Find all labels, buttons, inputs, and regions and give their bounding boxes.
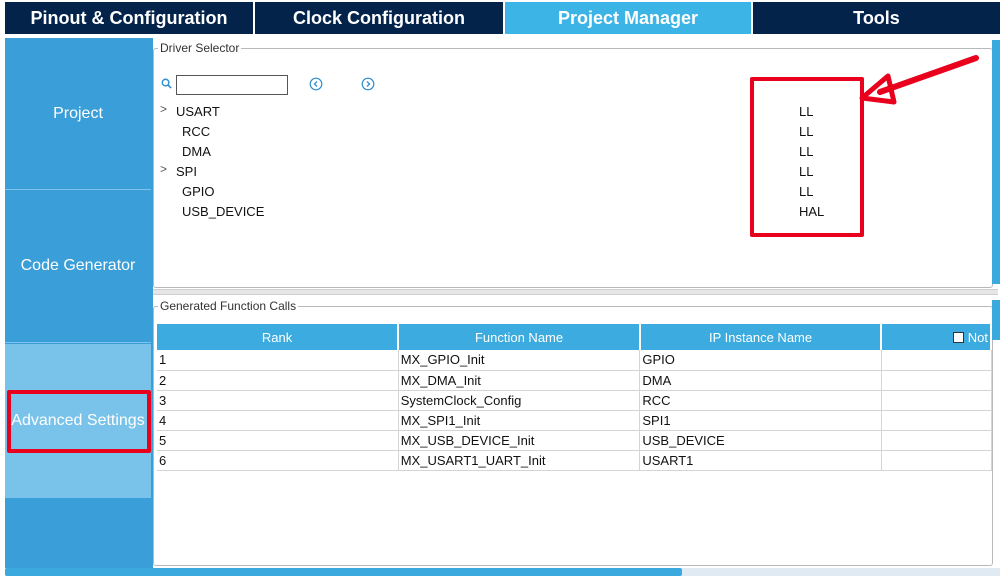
table-row[interactable]: 3 SystemClock_Config RCC (157, 390, 992, 411)
driver-search-input[interactable] (176, 75, 288, 95)
driver-row-spi[interactable]: > SPI LL (154, 162, 984, 182)
tab-label: Clock Configuration (293, 7, 465, 28)
tab-label: Tools (853, 7, 900, 28)
driver-name: DMA (182, 144, 211, 159)
driver-selector-legend: Driver Selector (158, 41, 242, 55)
cell-not-generate[interactable] (881, 430, 992, 451)
table-row[interactable]: 1 MX_GPIO_Init GPIO (157, 350, 992, 371)
driver-name: SPI (176, 164, 197, 179)
cell-not-generate[interactable] (881, 450, 992, 471)
arrow-annotation-icon (859, 55, 979, 105)
cell-function-name: MX_USB_DEVICE_Init (398, 430, 641, 451)
driver-mode[interactable]: LL (799, 104, 813, 119)
advanced-settings-panel: Driver Selector > USART LL RCC LL DMA LL (153, 38, 1000, 568)
cell-not-generate[interactable] (881, 410, 992, 431)
table-row[interactable]: 6 MX_USART1_UART_Init USART1 (157, 450, 992, 471)
cell-rank: 6 (157, 450, 399, 471)
cell-not-generate[interactable] (881, 370, 992, 391)
project-manager-sidebar: Project Code Generator Advanced Settings (5, 38, 151, 575)
cell-ip-instance: USB_DEVICE (639, 430, 882, 451)
cell-function-name: MX_DMA_Init (398, 370, 641, 391)
top-tab-bar: Pinout & Configuration Clock Configurati… (0, 0, 1005, 36)
table-row[interactable]: 5 MX_USB_DEVICE_Init USB_DEVICE (157, 430, 992, 451)
cell-ip-instance: USART1 (639, 450, 882, 471)
driver-row-usb-device[interactable]: USB_DEVICE HAL (154, 202, 984, 222)
cell-not-generate[interactable] (881, 350, 992, 371)
driver-row-gpio[interactable]: GPIO LL (154, 182, 984, 202)
driver-row-dma[interactable]: DMA LL (154, 142, 984, 162)
chevron-right-icon[interactable] (361, 77, 375, 91)
not-generate-checkbox[interactable] (952, 331, 964, 343)
table-row[interactable]: 2 MX_DMA_Init DMA (157, 370, 992, 391)
sidebar-item-label: Advanced Settings (11, 412, 145, 429)
cell-function-name: MX_SPI1_Init (398, 410, 641, 431)
driver-mode[interactable]: LL (799, 124, 813, 139)
driver-mode[interactable]: LL (799, 184, 813, 199)
driver-name: USART (176, 104, 220, 119)
column-header-not[interactable]: Not (881, 324, 992, 350)
driver-row-rcc[interactable]: RCC LL (154, 122, 984, 142)
cell-ip-instance: GPIO (639, 350, 882, 371)
sidebar-item-code-generator[interactable]: Code Generator (5, 190, 151, 343)
driver-mode[interactable]: LL (799, 144, 813, 159)
cell-rank: 3 (157, 390, 399, 411)
sidebar-item-label: Project (53, 104, 103, 122)
cell-not-generate[interactable] (881, 390, 992, 411)
cell-ip-instance: RCC (639, 390, 882, 411)
sidebar-item-project[interactable]: Project (5, 38, 151, 190)
table-row[interactable]: 4 MX_SPI1_Init SPI1 (157, 410, 992, 431)
column-header-ip-instance-name[interactable]: IP Instance Name (639, 324, 883, 350)
column-header-function-name[interactable]: Function Name (398, 324, 641, 350)
chevron-right-expand-icon[interactable]: > (160, 102, 167, 116)
cell-rank: 2 (157, 370, 399, 391)
cell-rank: 1 (157, 350, 399, 371)
driver-name: RCC (182, 124, 211, 139)
generated-function-calls-group: Generated Function Calls Rank Function N… (153, 299, 993, 566)
column-header-not-label: Not (967, 329, 988, 345)
tab-pinout-configuration[interactable]: Pinout & Configuration (5, 2, 253, 34)
sidebar-item-advanced-settings[interactable]: Advanced Settings (5, 344, 151, 498)
generated-calls-legend: Generated Function Calls (158, 299, 299, 313)
driver-mode[interactable]: LL (799, 164, 813, 179)
table-header-row: Rank Function Name IP Instance Name Not (157, 324, 992, 350)
calls-vertical-scrollbar[interactable] (992, 300, 1000, 340)
chevron-right-expand-icon[interactable]: > (160, 162, 167, 176)
cell-ip-instance: SPI1 (639, 410, 882, 431)
cell-function-name: SystemClock_Config (398, 390, 641, 411)
driver-name: GPIO (182, 184, 215, 199)
sidebar-item-label: Code Generator (20, 257, 136, 274)
column-header-rank[interactable]: Rank (157, 324, 400, 350)
panel-splitter-handle[interactable] (153, 289, 998, 295)
tab-tools[interactable]: Tools (753, 2, 1000, 34)
driver-mode[interactable]: HAL (799, 204, 824, 219)
horizontal-scrollbar-thumb[interactable] (5, 568, 682, 576)
tab-label: Project Manager (557, 7, 699, 28)
driver-name: USB_DEVICE (182, 204, 265, 219)
search-icon (161, 78, 172, 89)
driver-vertical-scrollbar[interactable] (992, 40, 1000, 284)
tab-label: Pinout & Configuration (30, 7, 228, 28)
cell-rank: 4 (157, 410, 399, 431)
tab-clock-configuration[interactable]: Clock Configuration (255, 2, 503, 34)
function-calls-table: Rank Function Name IP Instance Name Not … (157, 324, 992, 471)
cell-function-name: MX_GPIO_Init (398, 350, 641, 371)
cell-function-name: MX_USART1_UART_Init (398, 450, 641, 471)
chevron-left-icon[interactable] (309, 77, 323, 91)
cell-rank: 5 (157, 430, 399, 451)
tab-project-manager[interactable]: Project Manager (505, 2, 751, 34)
cell-ip-instance: DMA (639, 370, 882, 391)
